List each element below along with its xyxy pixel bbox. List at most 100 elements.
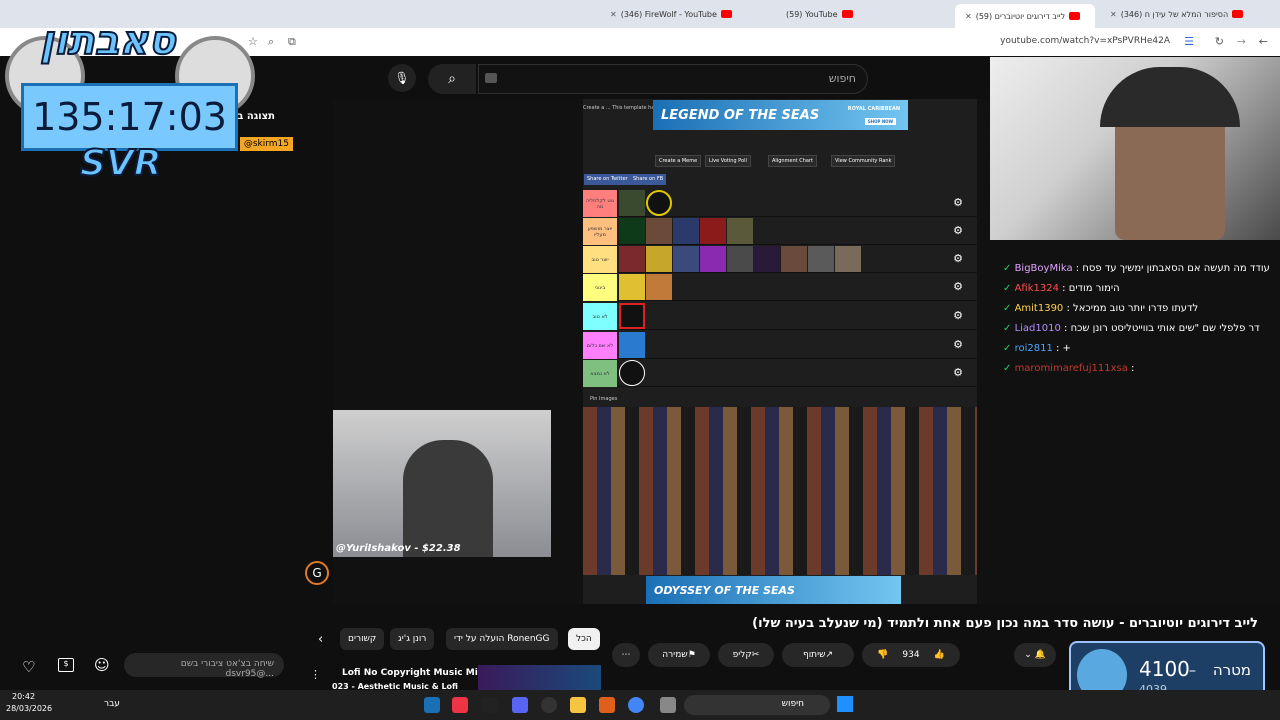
chip-all[interactable]: הכל [568,628,600,650]
reload-icon[interactable]: ↻ [1215,35,1224,48]
tune-icon[interactable]: ☰ [1184,35,1194,48]
telegram-icon[interactable] [424,697,440,713]
stream-chat-message: ✓ Amit1390 : לדעתו פדרו יותר טוב ממיכאל [1003,303,1199,314]
tier-thumb[interactable] [700,218,726,244]
goal-label: מטרה [1212,661,1251,679]
zoom-icon[interactable]: ⌕ [268,35,274,49]
g-logo-icon: G [305,561,329,585]
save-button[interactable]: שמירה ⚑ [648,643,710,667]
task-view-icon[interactable] [660,697,676,713]
windows-start-icon[interactable] [837,696,853,712]
share-label: שיתוף [802,650,826,660]
ad-banner-bottom[interactable]: ODYSSEY OF THE SEAS [646,576,901,604]
tier-thumb[interactable] [619,246,645,272]
keyboard-icon[interactable] [485,73,497,83]
create-meme-button[interactable]: Create a Meme [655,155,702,167]
subscribe-bell[interactable]: ⌄ 🔔 [1014,643,1056,667]
mic-icon[interactable]: 🎙 [388,64,416,92]
forward-icon[interactable]: → [1237,35,1246,48]
taskbar-lang[interactable]: עבר [104,699,120,709]
like-icon[interactable]: 👍 [934,650,945,660]
webcam-big [990,57,1280,240]
taskbar-time: 20:42 [12,692,36,701]
tier-thumb[interactable] [619,360,645,386]
recommended-title[interactable]: Lofi No Copyright Music Mix [342,668,484,678]
dislike-icon[interactable]: 👎 [877,650,888,660]
tier-thumb[interactable] [646,190,672,216]
badge-icon: ✓ [1003,303,1015,314]
file-explorer-icon[interactable] [570,697,586,713]
chip-ronen[interactable]: רונן ג'יג [390,628,435,650]
tier-thumb[interactable] [727,246,753,272]
gear-icon[interactable]: ⚙ [953,309,963,322]
tier-thumb[interactable] [781,246,807,272]
media-player-icon[interactable] [541,697,557,713]
tier-thumb[interactable] [673,218,699,244]
tier-thumb[interactable] [619,332,645,358]
tab-firewolf[interactable]: ✕ (346) FireWolf - YouTube [600,4,760,24]
share-button[interactable]: שיתוף ↗ [782,643,854,667]
tier-thumb[interactable] [619,274,645,300]
super-chat-icon[interactable]: $ [58,658,74,672]
clip-button[interactable]: קליפ ✂ [718,643,774,667]
tab-live-ranking[interactable]: ✕ (59) לייב דירוגים יוטיוברים [955,4,1095,28]
close-icon[interactable]: ✕ [1110,10,1117,19]
community-rank-button[interactable]: View Community Rank [831,155,896,167]
streamer-figure [403,440,493,557]
gear-icon[interactable]: ⚙ [953,338,963,351]
tab-youtube[interactable]: (59) YouTube [780,4,910,24]
chrome-icon[interactable] [628,697,644,713]
close-icon[interactable]: ✕ [965,12,972,21]
back-icon[interactable]: ← [1259,35,1268,48]
tab-story[interactable]: ✕ (346) הסיפור המלא של עידן ח [1100,4,1260,24]
recommended-thumbnail[interactable] [478,665,601,690]
install-icon[interactable]: ⧉ [288,35,296,49]
close-icon[interactable]: ✕ [610,10,617,19]
like-dislike[interactable]: 👎 934 👍 [862,643,960,667]
app-icon[interactable] [452,697,468,713]
firefox-icon[interactable] [599,697,615,713]
emoji-icon[interactable]: ☺ [94,656,110,674]
stream-chat-text: הימור מודים [1068,283,1120,294]
tier-row: יוצר טוב ⚙ [583,246,977,273]
share-fb-button[interactable]: Share on FB [630,174,667,185]
chevron-left-icon[interactable]: ‹ [318,632,323,647]
chat-input[interactable]: שיחה בצ'אט ציבורי בשם dsvr95@... [124,653,284,679]
tier-thumb[interactable] [619,303,645,329]
tier-thumb[interactable] [808,246,834,272]
taskbar-search[interactable]: חיפוש [684,695,830,715]
tier-thumb[interactable] [646,246,672,272]
tier-thumb[interactable] [619,190,645,216]
image-pool[interactable] [583,407,977,575]
live-voting-button[interactable]: Live Voting Poll [705,155,751,167]
tier-thumb[interactable] [835,246,861,272]
tier-thumb[interactable] [700,246,726,272]
chip-uploaded-by[interactable]: הועלה על ידי RonenGG [446,628,558,650]
heart-icon[interactable]: ♡ [22,658,35,676]
more-vert-icon[interactable]: ⋮ [310,668,321,681]
gear-icon[interactable]: ⚙ [953,196,963,209]
chip-related[interactable]: קשורים [340,628,385,650]
discord-icon[interactable] [512,697,528,713]
search-icon[interactable]: ⌕ [428,64,476,94]
tier-thumb[interactable] [646,218,672,244]
more-icon[interactable]: ⋯ [612,643,640,667]
badge-icon: ✓ [1003,263,1015,274]
gear-icon[interactable]: ⚙ [953,252,963,265]
tier-thumb[interactable] [673,246,699,272]
gear-icon[interactable]: ⚙ [953,224,963,237]
tier-thumb[interactable] [646,274,672,300]
tier-thumb[interactable] [727,218,753,244]
gear-icon[interactable]: ⚙ [953,280,963,293]
gear-icon[interactable]: ⚙ [953,366,963,379]
ad-cta[interactable]: SHOP NOW [864,118,896,125]
tier-thumb[interactable] [754,246,780,272]
search-input[interactable] [478,64,868,94]
share-twitter-button[interactable]: Share on Twitter [584,174,631,185]
search-placeholder: חיפוש [828,72,856,85]
capcut-icon[interactable] [482,697,498,713]
ad-banner-top[interactable]: LEGEND OF THE SEAS ROYAL CARIBBEAN SHOP … [653,100,908,130]
tier-thumb[interactable] [619,218,645,244]
alignment-chart-button[interactable]: Alignment Chart [768,155,817,167]
url-text[interactable]: youtube.com/watch?v=xPsPVRHe42A [1000,36,1170,46]
